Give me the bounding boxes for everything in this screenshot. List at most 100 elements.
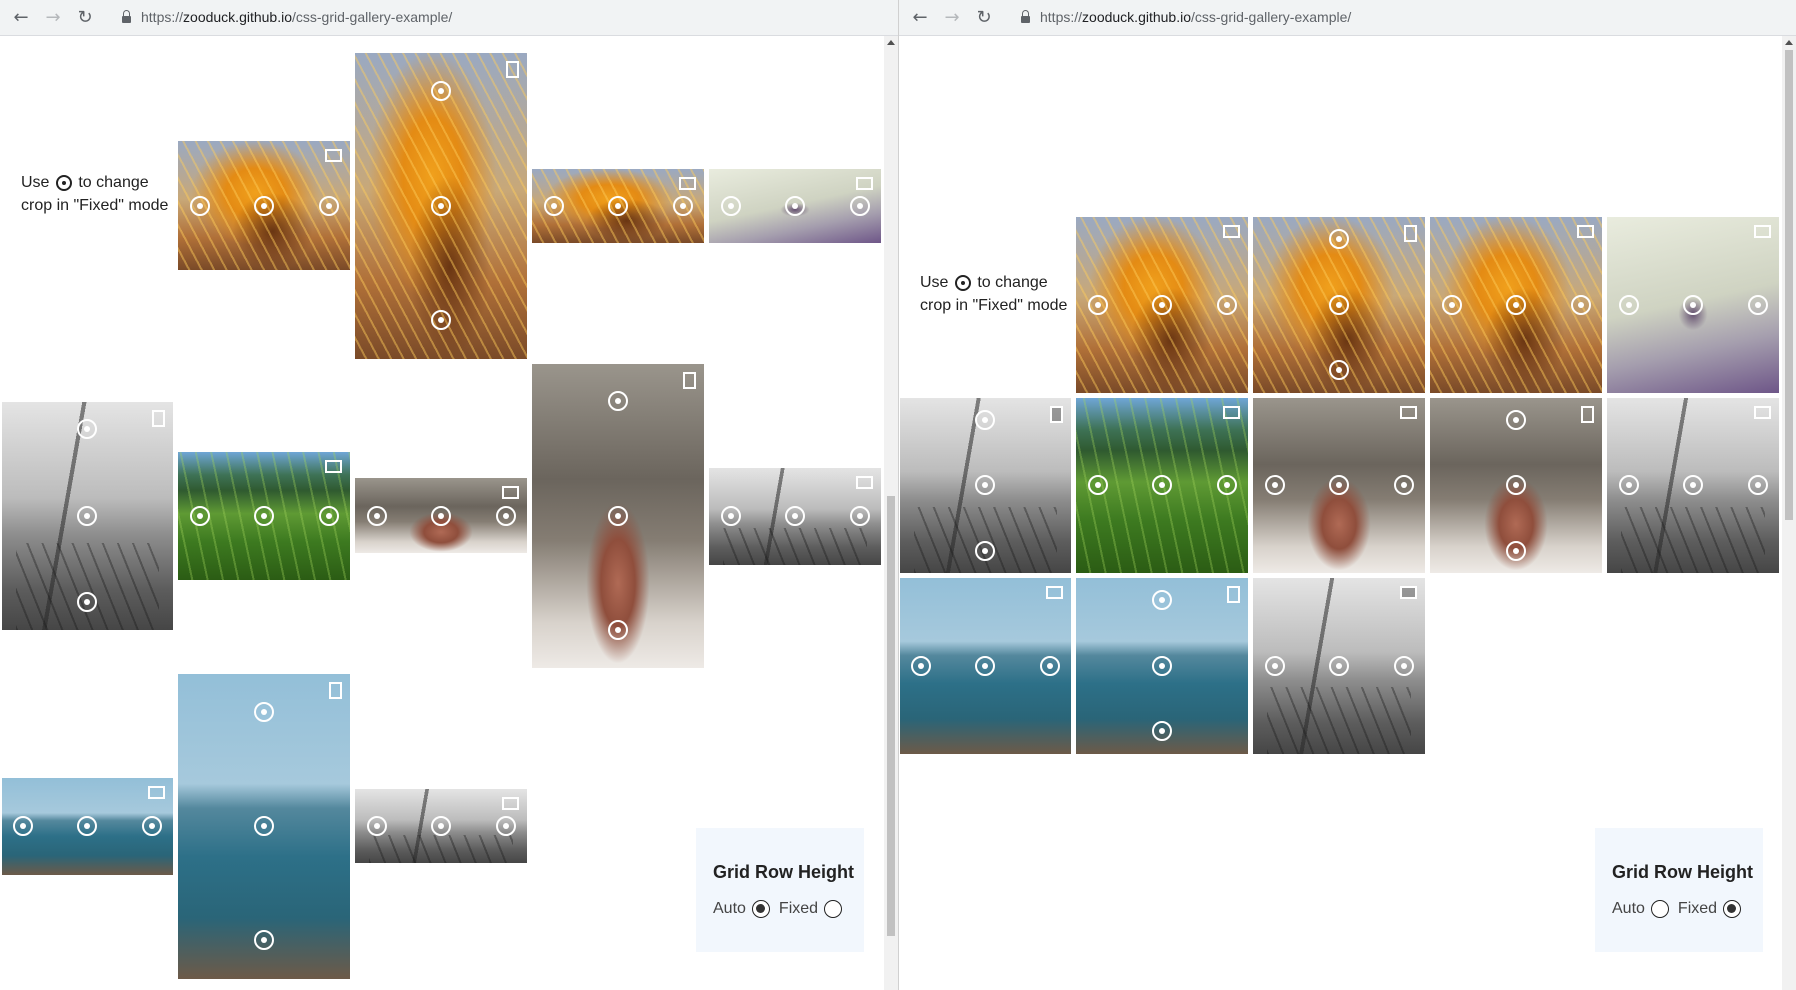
gallery-tile[interactable] xyxy=(1253,217,1425,393)
reload-icon[interactable]: ↻ xyxy=(972,5,996,29)
focus-target-icon[interactable] xyxy=(319,196,339,216)
address-bar[interactable]: https://zooduck.github.io/css-grid-galle… xyxy=(112,4,892,30)
focus-target-icon[interactable] xyxy=(431,196,451,216)
scrollbar[interactable] xyxy=(884,36,898,990)
gallery-tile[interactable] xyxy=(355,478,527,553)
focus-target-icon[interactable] xyxy=(77,816,97,836)
focus-target-icon[interactable] xyxy=(975,475,995,495)
focus-target-icon[interactable] xyxy=(496,816,516,836)
focus-target-icon[interactable] xyxy=(431,506,451,526)
back-arrow-icon[interactable]: ← xyxy=(9,5,33,29)
crop-toggle-icon[interactable] xyxy=(1223,225,1240,238)
crop-toggle-icon[interactable] xyxy=(325,460,342,473)
gallery-tile[interactable] xyxy=(1430,217,1602,393)
focus-target-icon[interactable] xyxy=(496,506,516,526)
focus-target-icon[interactable] xyxy=(1265,475,1285,495)
focus-target-icon[interactable] xyxy=(1683,475,1703,495)
focus-target-icon[interactable] xyxy=(911,656,931,676)
focus-target-icon[interactable] xyxy=(785,506,805,526)
focus-target-icon[interactable] xyxy=(77,592,97,612)
focus-target-icon[interactable] xyxy=(431,816,451,836)
crop-toggle-icon[interactable] xyxy=(1400,406,1417,419)
crop-toggle-icon[interactable] xyxy=(856,476,873,489)
focus-target-icon[interactable] xyxy=(721,506,741,526)
scroll-up-arrow-icon[interactable] xyxy=(1785,40,1793,45)
crop-toggle-icon[interactable] xyxy=(325,149,342,162)
reload-icon[interactable]: ↻ xyxy=(73,5,97,29)
focus-target-icon[interactable] xyxy=(975,541,995,561)
gallery-tile[interactable] xyxy=(178,452,350,580)
focus-target-icon[interactable] xyxy=(1152,721,1172,741)
focus-target-icon[interactable] xyxy=(608,506,628,526)
focus-target-icon[interactable] xyxy=(1152,656,1172,676)
focus-target-icon[interactable] xyxy=(1619,475,1639,495)
focus-target-icon[interactable] xyxy=(1040,656,1060,676)
crop-toggle-icon[interactable] xyxy=(506,61,519,78)
focus-target-icon[interactable] xyxy=(431,310,451,330)
crop-toggle-icon[interactable] xyxy=(1581,406,1594,423)
focus-target-icon[interactable] xyxy=(142,816,162,836)
gallery-tile[interactable] xyxy=(709,169,881,243)
gallery-tile[interactable] xyxy=(1607,398,1779,573)
gallery-tile[interactable] xyxy=(2,402,173,630)
crop-toggle-icon[interactable] xyxy=(1223,406,1240,419)
focus-target-icon[interactable] xyxy=(1329,229,1349,249)
focus-target-icon[interactable] xyxy=(1088,475,1108,495)
crop-toggle-icon[interactable] xyxy=(683,372,696,389)
focus-target-icon[interactable] xyxy=(1394,475,1414,495)
gallery-tile[interactable] xyxy=(355,53,527,359)
focus-target-icon[interactable] xyxy=(608,620,628,640)
crop-toggle-icon[interactable] xyxy=(856,177,873,190)
focus-target-icon[interactable] xyxy=(254,930,274,950)
crop-toggle-icon[interactable] xyxy=(152,410,165,427)
gallery-tile[interactable] xyxy=(900,398,1071,573)
scroll-thumb[interactable] xyxy=(1785,50,1793,520)
focus-target-icon[interactable] xyxy=(254,816,274,836)
focus-target-icon[interactable] xyxy=(1748,295,1768,315)
focus-target-icon[interactable] xyxy=(1152,590,1172,610)
crop-toggle-icon[interactable] xyxy=(679,177,696,190)
focus-target-icon[interactable] xyxy=(1506,410,1526,430)
back-arrow-icon[interactable]: ← xyxy=(908,5,932,29)
crop-toggle-icon[interactable] xyxy=(148,786,165,799)
gallery-tile[interactable] xyxy=(1076,398,1248,573)
focus-target-icon[interactable] xyxy=(1619,295,1639,315)
focus-target-icon[interactable] xyxy=(785,196,805,216)
focus-target-icon[interactable] xyxy=(190,196,210,216)
focus-target-icon[interactable] xyxy=(367,506,387,526)
gallery-tile[interactable] xyxy=(355,789,527,863)
gallery-tile[interactable] xyxy=(532,169,704,243)
crop-toggle-icon[interactable] xyxy=(1227,586,1240,603)
gallery-tile[interactable] xyxy=(178,674,350,979)
focus-target-icon[interactable] xyxy=(1152,475,1172,495)
focus-target-icon[interactable] xyxy=(1506,475,1526,495)
focus-target-icon[interactable] xyxy=(1329,295,1349,315)
crop-toggle-icon[interactable] xyxy=(1050,406,1063,423)
focus-target-icon[interactable] xyxy=(1088,295,1108,315)
focus-target-icon[interactable] xyxy=(1683,295,1703,315)
focus-target-icon[interactable] xyxy=(254,702,274,722)
focus-target-icon[interactable] xyxy=(319,506,339,526)
gallery-tile[interactable] xyxy=(900,578,1071,754)
focus-target-icon[interactable] xyxy=(975,410,995,430)
focus-target-icon[interactable] xyxy=(1506,541,1526,561)
focus-target-icon[interactable] xyxy=(77,506,97,526)
focus-target-icon[interactable] xyxy=(1152,295,1172,315)
focus-target-icon[interactable] xyxy=(721,196,741,216)
gallery-tile[interactable] xyxy=(532,364,704,668)
gallery-tile[interactable] xyxy=(1607,217,1779,393)
focus-target-icon[interactable] xyxy=(1571,295,1591,315)
focus-target-icon[interactable] xyxy=(254,196,274,216)
focus-target-icon[interactable] xyxy=(77,419,97,439)
scroll-up-arrow-icon[interactable] xyxy=(887,40,895,45)
gallery-tile[interactable] xyxy=(709,468,881,565)
focus-target-icon[interactable] xyxy=(1329,360,1349,380)
focus-target-icon[interactable] xyxy=(1329,656,1349,676)
focus-target-icon[interactable] xyxy=(1394,656,1414,676)
gallery-tile[interactable] xyxy=(178,141,350,270)
crop-toggle-icon[interactable] xyxy=(502,486,519,499)
forward-arrow-icon[interactable]: → xyxy=(940,5,964,29)
focus-target-icon[interactable] xyxy=(1506,295,1526,315)
auto-radio[interactable] xyxy=(1650,900,1669,918)
fixed-radio[interactable] xyxy=(824,900,843,918)
